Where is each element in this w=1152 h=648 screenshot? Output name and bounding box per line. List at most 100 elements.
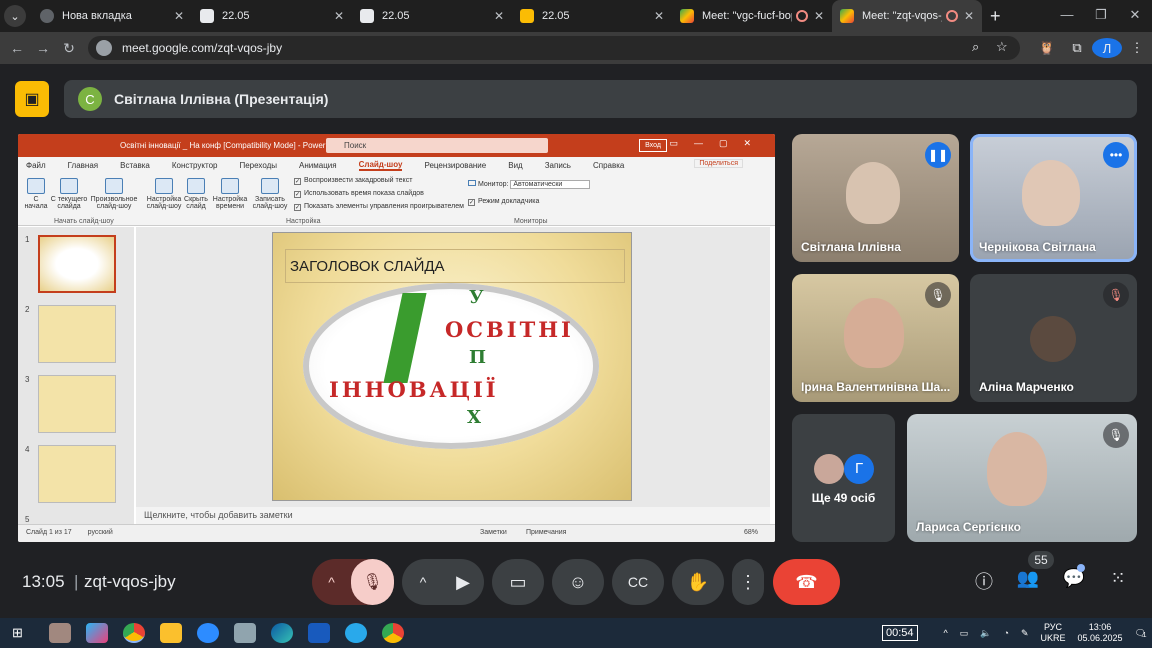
tab-slides-3[interactable]: 22.05 ✕ bbox=[512, 0, 672, 32]
chrome-icon[interactable] bbox=[122, 623, 145, 643]
monitor-select[interactable]: Монитор: Автоматически bbox=[468, 180, 591, 189]
close-icon[interactable]: ✕ bbox=[964, 9, 974, 23]
present-screen-button[interactable]: ▭ bbox=[492, 559, 544, 605]
participant-tile[interactable]: 🎙 Лариса Сергієнко bbox=[907, 414, 1137, 542]
activities-icon[interactable]: ⁙ bbox=[1104, 568, 1132, 589]
tab-slides-1[interactable]: 22.05 ✕ bbox=[192, 0, 352, 32]
slide-title-placeholder[interactable]: ЗАГОЛОВОК СЛАЙДА bbox=[285, 249, 625, 283]
zoom-icon[interactable]: ⌕ bbox=[972, 39, 979, 55]
ribbon-tab-active[interactable]: Слайд-шоу bbox=[358, 160, 403, 171]
site-info-icon[interactable] bbox=[96, 40, 112, 56]
ppt-share-button[interactable]: Поделиться bbox=[694, 159, 743, 168]
camera-button[interactable]: ▶ bbox=[443, 572, 483, 593]
slide-thumb[interactable] bbox=[38, 235, 116, 293]
presenter-view-checkbox[interactable]: ✓ Режим докладчика bbox=[468, 198, 539, 206]
close-icon[interactable]: ✕ bbox=[494, 9, 504, 23]
chat-icon[interactable]: 💬 bbox=[1060, 568, 1088, 589]
tray-chevron-icon[interactable]: ^ bbox=[944, 628, 948, 638]
close-icon[interactable]: ✕ bbox=[814, 9, 824, 23]
more-options-button[interactable]: ⋮ bbox=[732, 559, 764, 605]
notifications-icon[interactable]: 🗨 1 bbox=[1135, 628, 1147, 639]
volume-icon[interactable]: 🔈 bbox=[980, 628, 991, 639]
app-icon[interactable] bbox=[233, 623, 256, 643]
profile-button[interactable]: Л bbox=[1092, 38, 1122, 58]
language-indicator[interactable]: РУС UKRE bbox=[1041, 622, 1066, 644]
menu-icon[interactable]: ⋮ bbox=[1122, 40, 1152, 56]
minimize-icon[interactable]: — bbox=[1050, 0, 1084, 32]
extensions-icon[interactable]: ⧉ bbox=[1062, 40, 1092, 56]
telegram-icon[interactable] bbox=[344, 623, 367, 643]
audio-options-button[interactable]: ^ bbox=[312, 574, 351, 590]
from-start-button[interactable]: С начала bbox=[22, 178, 50, 210]
ppt-login-button[interactable]: Вход bbox=[639, 139, 667, 152]
tab-new[interactable]: Нова вкладка ✕ bbox=[32, 0, 192, 32]
comments-toggle[interactable]: Примечания bbox=[526, 529, 566, 536]
people-icon[interactable]: 👥 bbox=[1014, 568, 1042, 589]
copilot-icon[interactable] bbox=[85, 623, 108, 643]
ppt-window-controls[interactable]: ▭—▢✕ bbox=[669, 138, 767, 149]
slide-thumb[interactable] bbox=[38, 375, 116, 433]
media-controls-checkbox[interactable]: ✓ Показать элементы управления проигрыват… bbox=[294, 203, 464, 211]
app-icon[interactable] bbox=[48, 623, 71, 643]
tab-meet-active[interactable]: Meet: "zqt-vqos-jby" ✕ bbox=[832, 0, 982, 32]
slide-thumb[interactable] bbox=[38, 305, 116, 363]
close-icon[interactable]: ✕ bbox=[334, 9, 344, 23]
edge-icon[interactable] bbox=[270, 623, 293, 643]
video-options-button[interactable]: ^ bbox=[403, 574, 443, 590]
close-icon[interactable]: ✕ bbox=[174, 9, 184, 23]
from-current-button[interactable]: С текущего слайда bbox=[50, 178, 88, 210]
back-icon[interactable]: ← bbox=[4, 40, 30, 56]
setup-show-button[interactable]: Настройка слайд-шоу bbox=[146, 178, 182, 210]
meeting-info-icon[interactable]: ⓘ bbox=[970, 568, 998, 594]
ribbon-tab[interactable]: Главная bbox=[68, 161, 98, 170]
more-participants-tile[interactable]: Г Ще 49 осіб bbox=[792, 414, 895, 542]
ribbon-tab[interactable]: Анимация bbox=[299, 161, 337, 170]
narrations-checkbox[interactable]: ✓ Воспроизвести закадровый текст bbox=[294, 177, 412, 185]
tab-search-button[interactable]: ⌄ bbox=[4, 5, 26, 27]
monitor-value[interactable]: Автоматически bbox=[510, 180, 591, 189]
close-icon[interactable]: ✕ bbox=[654, 9, 664, 23]
participant-tile[interactable]: 🎙 Аліна Марченко bbox=[970, 274, 1137, 402]
file-explorer-icon[interactable] bbox=[159, 623, 182, 643]
pen-icon[interactable]: ✎ bbox=[1021, 628, 1029, 639]
stop-presenting-icon[interactable]: ▣ bbox=[15, 81, 49, 117]
reload-icon[interactable]: ↻ bbox=[56, 40, 82, 57]
notes-pane[interactable]: Щелкните, чтобы добавить заметки bbox=[136, 507, 770, 524]
tab-slides-2[interactable]: 22.05 ✕ bbox=[352, 0, 512, 32]
ribbon-tab[interactable]: Справка bbox=[593, 161, 624, 170]
timings-checkbox[interactable]: ✓ Использовать время показа слайдов bbox=[294, 190, 424, 198]
windows-start-icon[interactable]: ⊞ bbox=[12, 625, 23, 641]
ribbon-tab[interactable]: Вид bbox=[508, 161, 522, 170]
tab-meet-1[interactable]: Meet: "vgc-fucf-bop" ✕ bbox=[672, 0, 832, 32]
record-show-button[interactable]: Записать слайд-шоу bbox=[252, 178, 288, 210]
leave-call-button[interactable]: ☎ bbox=[773, 559, 840, 605]
participant-tile-active[interactable]: ••• Чернікова Світлана bbox=[970, 134, 1137, 262]
ribbon-tab[interactable]: Вставка bbox=[120, 161, 150, 170]
new-tab-button[interactable]: + bbox=[990, 6, 1001, 27]
url-bar[interactable]: meet.google.com/zqt-vqos-jby ⌕ ☆ bbox=[88, 36, 1020, 60]
ribbon-tab[interactable]: Конструктор bbox=[172, 161, 218, 170]
rehearse-timings-button[interactable]: Настройка времени bbox=[212, 178, 248, 210]
mic-off-button[interactable]: 🎙 bbox=[351, 559, 394, 605]
custom-show-button[interactable]: Произвольное слайд-шоу bbox=[90, 178, 138, 210]
word-icon[interactable] bbox=[307, 623, 330, 643]
hide-slide-button[interactable]: Скрыть слайд bbox=[182, 178, 210, 210]
ribbon-tab[interactable]: Файл bbox=[26, 161, 46, 170]
forward-icon[interactable]: → bbox=[30, 40, 56, 56]
zoom-app-icon[interactable] bbox=[196, 623, 219, 643]
url-text[interactable]: meet.google.com/zqt-vqos-jby bbox=[122, 41, 282, 55]
emoji-button[interactable]: ☺ bbox=[552, 559, 604, 605]
more-options-icon[interactable]: ••• bbox=[1103, 142, 1129, 168]
timer-widget[interactable]: 00:54 bbox=[882, 625, 918, 641]
close-window-icon[interactable]: ✕ bbox=[1118, 0, 1152, 32]
extension-owl-icon[interactable]: 🦉 bbox=[1032, 40, 1062, 56]
notes-toggle[interactable]: Заметки bbox=[480, 529, 507, 536]
clock[interactable]: 13:06 05.06.2025 bbox=[1078, 622, 1123, 644]
zoom-level[interactable]: 68% bbox=[744, 529, 758, 536]
captions-button[interactable]: CC bbox=[612, 559, 664, 605]
slide-thumb[interactable] bbox=[38, 445, 116, 503]
participant-tile[interactable]: 🎙 Ірина Валентинівна Ша... bbox=[792, 274, 959, 402]
current-slide[interactable]: ЗАГОЛОВОК СЛАЙДА У ОСВІТНІ П ІННОВАЦІЇ Х bbox=[272, 232, 632, 501]
chrome-icon[interactable] bbox=[381, 623, 404, 643]
bookmark-star-icon[interactable]: ☆ bbox=[996, 39, 1008, 55]
